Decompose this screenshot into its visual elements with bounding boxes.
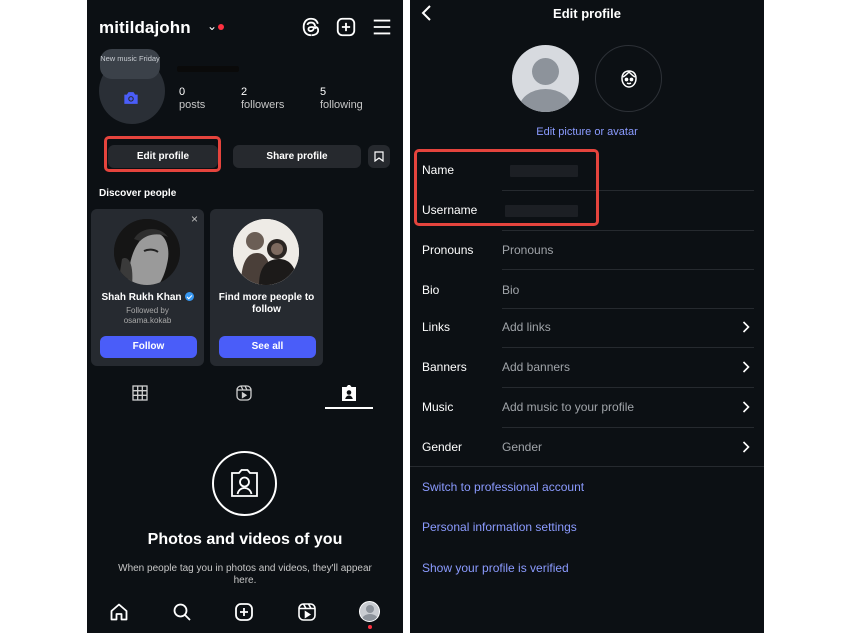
posts-label: posts <box>179 99 206 111</box>
profile-picture[interactable] <box>512 45 579 112</box>
account-username[interactable]: mitildajohn <box>99 18 191 38</box>
followers-count: 2 <box>241 86 248 98</box>
highlight-box-edit-profile <box>104 136 221 172</box>
avatar-face-icon <box>621 70 637 88</box>
banners-chevron-icon[interactable] <box>742 361 750 373</box>
follow-button[interactable]: Follow <box>100 336 197 358</box>
threads-icon[interactable] <box>300 16 322 38</box>
music-label: Music <box>422 400 454 414</box>
banners-label: Banners <box>422 360 467 374</box>
following-count: 5 <box>320 86 327 98</box>
suggestion-followed-by: Followed by osama.kokab <box>123 306 172 325</box>
music-chevron-icon[interactable] <box>742 401 750 413</box>
create-post-icon[interactable] <box>335 16 357 38</box>
tagged-person-icon <box>231 469 258 497</box>
avatar-button[interactable] <box>595 45 662 112</box>
suggestion-card[interactable]: × Shah Rukh Khan Followed by osama.kokab… <box>91 209 204 366</box>
verified-badge-icon <box>184 292 194 301</box>
menu-icon[interactable] <box>371 16 393 38</box>
suggestion-name-text: Shah Rukh Khan <box>101 292 182 303</box>
personal-info-settings-link[interactable]: Personal information settings <box>422 520 577 534</box>
empty-state-title: Photos and videos of you <box>147 531 343 548</box>
following-stat[interactable]: 5 following <box>320 86 363 112</box>
bio-field[interactable]: Bio <box>502 283 519 297</box>
find-more-avatar <box>233 219 299 285</box>
profile-nav-dot <box>368 625 372 629</box>
create-icon[interactable] <box>234 602 254 622</box>
profile-nav-avatar[interactable] <box>359 601 380 622</box>
edit-picture-link[interactable]: Edit picture or avatar <box>410 126 764 138</box>
music-divider <box>502 427 754 428</box>
camera-icon[interactable] <box>121 88 141 108</box>
following-label: following <box>320 99 363 111</box>
suggestion-name[interactable]: Shah Rukh Khan <box>91 292 204 303</box>
search-icon[interactable] <box>172 602 192 622</box>
bio-divider <box>502 308 754 309</box>
links-divider <box>502 347 754 348</box>
username-divider <box>502 230 754 231</box>
suggestion-avatar[interactable] <box>114 219 180 285</box>
followers-label: followers <box>241 99 285 111</box>
edit-profile-screen: Edit profile Edit picture or avatar Name… <box>410 0 764 633</box>
section-divider <box>410 466 764 467</box>
banners-field[interactable]: Add banners <box>502 360 570 374</box>
highlight-box-name-username <box>414 149 599 226</box>
notification-dot <box>218 24 224 30</box>
tagged-empty-icon-circle <box>212 451 277 516</box>
grid-tab-icon[interactable] <box>131 384 149 402</box>
switch-professional-link[interactable]: Switch to professional account <box>422 480 584 494</box>
page-title: Edit profile <box>553 6 621 21</box>
profile-header: mitildajohn ⌄ <box>99 16 393 40</box>
links-chevron-icon[interactable] <box>742 321 750 333</box>
tagged-tab-icon[interactable] <box>340 384 358 402</box>
gender-field[interactable]: Gender <box>502 440 542 454</box>
note-bubble[interactable]: New music Friday <box>100 49 160 79</box>
close-icon[interactable]: × <box>191 212 198 226</box>
pronouns-divider <box>502 269 754 270</box>
home-icon[interactable] <box>109 602 129 622</box>
active-tab-indicator <box>325 407 373 409</box>
pronouns-field[interactable]: Pronouns <box>502 243 553 257</box>
share-profile-button[interactable]: Share profile <box>233 145 361 168</box>
profile-screen: mitildajohn ⌄ New music Friday 0 posts 2… <box>87 0 403 633</box>
links-field[interactable]: Add links <box>502 320 551 334</box>
gender-chevron-icon[interactable] <box>742 441 750 453</box>
posts-stat[interactable]: 0 posts <box>179 86 205 112</box>
gender-label: Gender <box>422 440 463 454</box>
posts-count: 0 <box>179 86 186 98</box>
find-more-title: Find more people to follow <box>218 292 315 315</box>
discover-people-title: Discover people <box>99 188 177 199</box>
show-verified-link[interactable]: Show your profile is verified <box>422 561 569 575</box>
empty-state-subtitle: When people tag you in photos and videos… <box>118 563 372 586</box>
see-all-button[interactable]: See all <box>219 336 316 358</box>
banners-divider <box>502 387 754 388</box>
bio-label: Bio <box>422 283 440 297</box>
links-label: Links <box>422 320 451 334</box>
account-switch-chevron-icon[interactable]: ⌄ <box>207 19 217 33</box>
bookmark-button[interactable] <box>368 145 390 168</box>
redacted-display-name <box>177 66 239 72</box>
followers-stat[interactable]: 2 followers <box>241 86 284 112</box>
find-more-card[interactable]: Find more people to follow See all <box>210 209 323 366</box>
reels-icon[interactable] <box>297 602 317 622</box>
bookmark-icon <box>374 151 384 162</box>
reels-tab-icon[interactable] <box>235 384 253 402</box>
music-field[interactable]: Add music to your profile <box>502 400 634 414</box>
pronouns-label: Pronouns <box>422 243 474 257</box>
